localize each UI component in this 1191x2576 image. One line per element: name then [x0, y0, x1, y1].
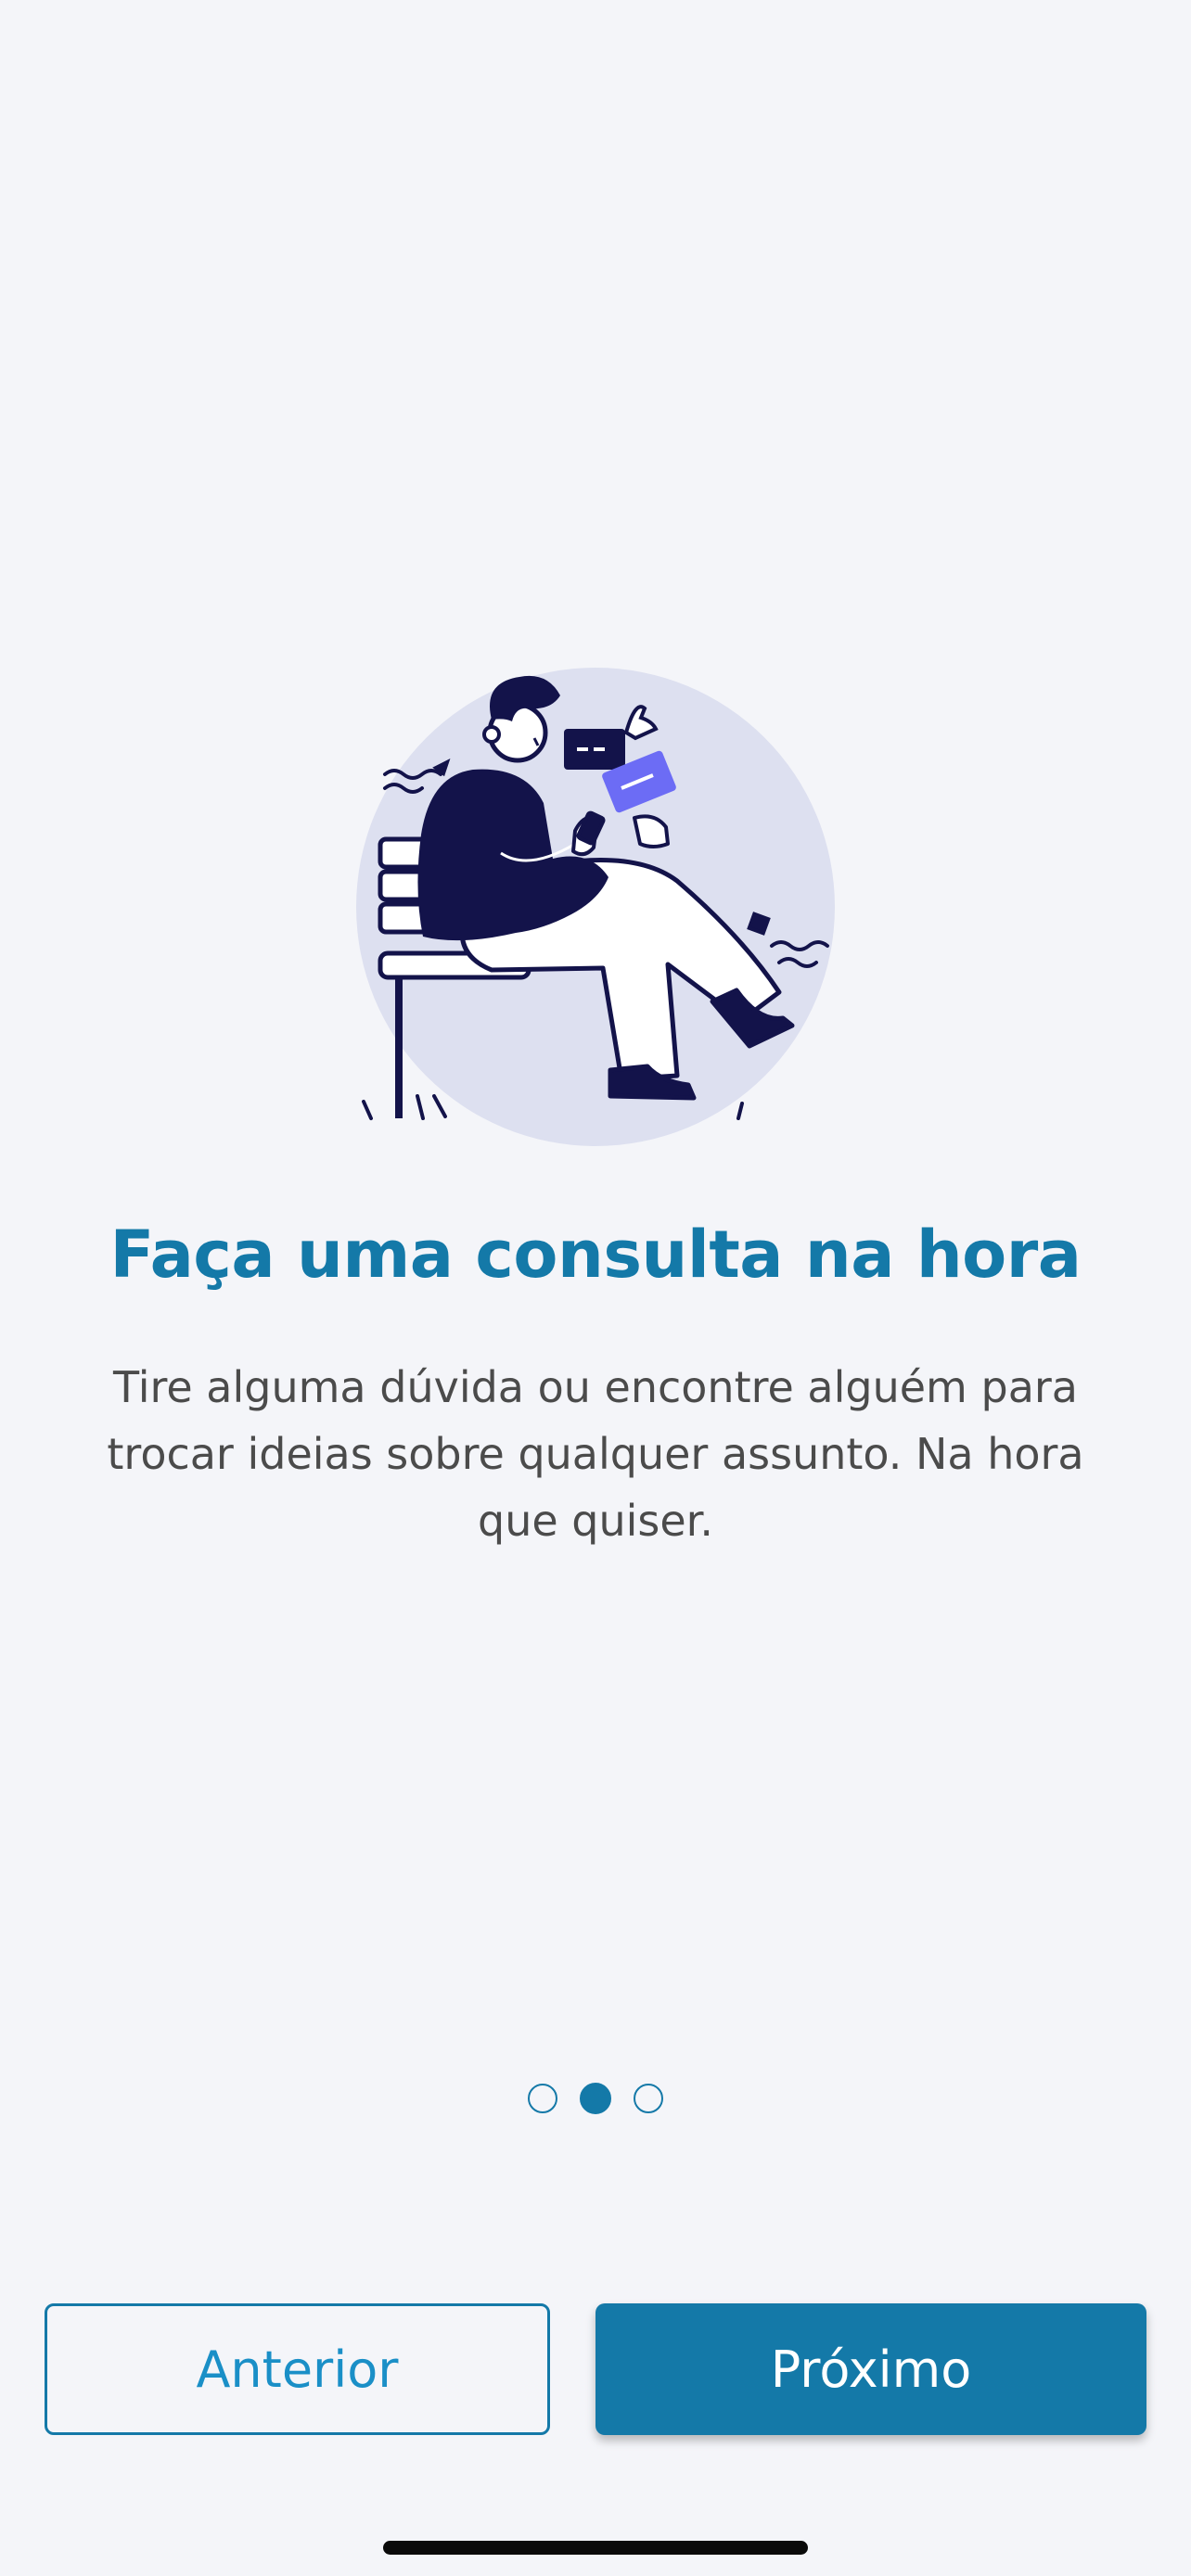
next-button[interactable]: Próximo — [596, 2303, 1146, 2435]
pagination-dot-1[interactable] — [528, 2084, 557, 2113]
onboarding-description: Tire alguma dúvida ou encontre alguém pa… — [107, 1362, 1084, 1546]
pagination-dot-2-active[interactable] — [580, 2083, 611, 2114]
onboarding-title: Faça uma consulta na hora — [109, 1217, 1082, 1293]
pagination-dot-3[interactable] — [634, 2084, 663, 2113]
home-indicator — [383, 2541, 808, 2555]
pagination-dots — [0, 2083, 1191, 2114]
previous-button[interactable]: Anterior — [45, 2303, 550, 2435]
onboarding-illustration — [356, 668, 835, 1146]
